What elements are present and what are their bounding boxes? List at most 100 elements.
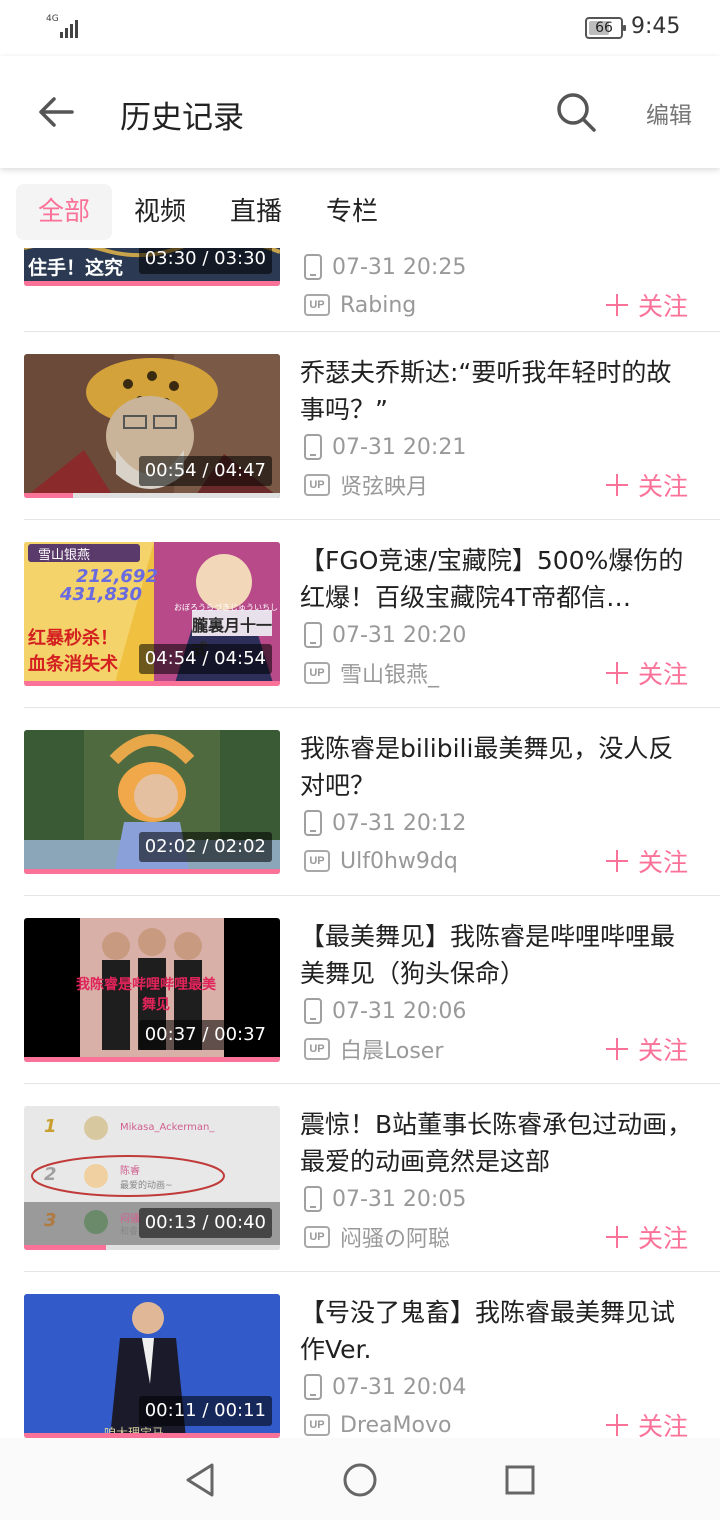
- phone-icon: [304, 1186, 322, 1212]
- edit-button[interactable]: 编辑: [646, 96, 692, 130]
- thumbnail-caption: 舞见: [142, 997, 170, 1013]
- page-title: 历史记录: [120, 100, 244, 136]
- follow-button[interactable]: 关注: [606, 288, 688, 322]
- duration-label: 00:11 / 00:11: [138, 1396, 272, 1426]
- thumbnail-caption: 血条消失术: [28, 654, 118, 675]
- thumbnail-caption: 和睿: [120, 1227, 139, 1237]
- follow-button[interactable]: 关注: [606, 844, 688, 878]
- tab-all[interactable]: 全部: [16, 184, 112, 240]
- tab-video[interactable]: 视频: [112, 184, 208, 240]
- plus-icon: [606, 1038, 628, 1060]
- thumbnail-caption: 红暴秒杀！: [28, 628, 118, 649]
- watch-time: 07-31 20:06: [332, 998, 467, 1024]
- history-item[interactable]: 住手！这究 03:30 / 03:30 07-31 20:25 UP Rabin…: [0, 248, 720, 330]
- search-button[interactable]: [554, 90, 598, 134]
- video-title[interactable]: 我陈睿是bilibili最美舞见，没人反对吧？: [300, 730, 696, 804]
- duration-label: 03:30 / 03:30: [138, 248, 272, 274]
- up-icon: UP: [304, 294, 330, 316]
- phone-icon: [304, 434, 322, 460]
- uploader-name[interactable]: DreaMovo: [340, 1413, 451, 1438]
- history-item[interactable]: 1 2 3 Mikasa_Ackerman_ 陈睿 最爱的动画~ 闷骚 和睿 0…: [0, 1106, 720, 1294]
- uploader-name[interactable]: Ulf0hw9dq: [340, 849, 458, 874]
- watch-time: 07-31 20:20: [332, 622, 467, 648]
- history-item[interactable]: 02:02 / 02:02 我陈睿是bilibili最美舞见，没人反对吧？ 07…: [0, 730, 720, 918]
- follow-label: 关注: [638, 472, 689, 501]
- follow-button[interactable]: 关注: [606, 656, 688, 690]
- follow-button[interactable]: 关注: [606, 468, 688, 502]
- nav-back-button[interactable]: [180, 1460, 220, 1500]
- plus-icon: [606, 474, 628, 496]
- rank-number: 2: [44, 1164, 57, 1185]
- thumbnail-caption: 最爱的动画~: [120, 1181, 173, 1191]
- phone-icon: [304, 1374, 322, 1400]
- thumbnail-caption: 雪山银燕: [38, 548, 91, 563]
- divider: [24, 519, 720, 520]
- triangle-back-icon: [186, 1463, 214, 1497]
- watch-time: 07-31 20:04: [332, 1374, 467, 1400]
- plus-icon: [606, 850, 628, 872]
- video-title[interactable]: 【号没了鬼畜】我陈睿最美舞见试作Ver.: [300, 1294, 696, 1368]
- up-icon: UP: [304, 662, 330, 684]
- thumbnail-caption: 431,830: [60, 584, 142, 605]
- app-header: 历史记录 编辑: [0, 56, 720, 168]
- thumbnail-caption: 陈睿: [120, 1166, 140, 1177]
- back-button[interactable]: [34, 90, 78, 134]
- video-thumbnail[interactable]: 我陈睿是哔哩哔哩最美 舞见 00:37 / 00:37: [24, 918, 280, 1062]
- video-thumbnail[interactable]: 02:02 / 02:02: [24, 730, 280, 874]
- watch-progress: [24, 493, 280, 498]
- divider: [24, 1271, 720, 1272]
- video-thumbnail[interactable]: 00:54 / 04:47: [24, 354, 280, 498]
- nav-recents-button[interactable]: [500, 1460, 540, 1500]
- duration-label: 00:13 / 00:40: [138, 1208, 272, 1238]
- uploader-name[interactable]: 白晨Loser: [340, 1033, 443, 1065]
- nav-home-button[interactable]: [340, 1460, 380, 1500]
- uploader-name[interactable]: Rabing: [340, 293, 416, 318]
- tab-article[interactable]: 专栏: [304, 184, 400, 240]
- video-title[interactable]: 震惊！B站董事长陈睿承包过动画，最爱的动画竟然是这部: [300, 1106, 696, 1180]
- follow-button[interactable]: 关注: [606, 1408, 688, 1438]
- back-arrow-icon: [39, 97, 74, 127]
- follow-label: 关注: [638, 1412, 689, 1438]
- thumbnail-caption: Mikasa_Ackerman_: [120, 1122, 215, 1133]
- battery-text: 66: [595, 20, 613, 36]
- video-thumbnail[interactable]: 雪山银燕 212,692 431,830 红暴秒杀！ 血条消失术 おぼろうらづき…: [24, 542, 280, 686]
- uploader-name[interactable]: 雪山银燕_: [340, 657, 439, 689]
- video-thumbnail[interactable]: 咱大理宝马 00:11 / 00:11: [24, 1294, 280, 1438]
- video-title[interactable]: 乔瑟夫乔斯达:“要听我年轻时的故事吗？”: [300, 354, 696, 428]
- divider: [24, 895, 720, 896]
- follow-label: 关注: [638, 1036, 689, 1065]
- duration-label: 00:37 / 00:37: [138, 1020, 272, 1050]
- watch-progress: [24, 281, 280, 286]
- phone-icon: [304, 998, 322, 1024]
- divider: [24, 331, 720, 332]
- history-list[interactable]: 住手！这究 03:30 / 03:30 07-31 20:25 UP Rabin…: [0, 248, 720, 1438]
- history-item[interactable]: 00:54 / 04:47 乔瑟夫乔斯达:“要听我年轻时的故事吗？” 07-31…: [0, 354, 720, 542]
- video-thumbnail[interactable]: 住手！这究 03:30 / 03:30: [24, 248, 280, 286]
- follow-button[interactable]: 关注: [606, 1032, 688, 1066]
- video-title[interactable]: 【最美舞见】我陈睿是哔哩哔哩最美舞见（狗头保命）: [300, 918, 696, 992]
- follow-label: 关注: [638, 1224, 689, 1253]
- watch-progress: [24, 869, 280, 874]
- thumbnail-caption: 住手！这究: [28, 257, 124, 279]
- tab-live[interactable]: 直播: [208, 184, 304, 240]
- system-nav-bar: [0, 1438, 720, 1520]
- plus-icon: [606, 662, 628, 684]
- watch-time: 07-31 20:25: [332, 254, 467, 280]
- video-title[interactable]: 【FGO竞速/宝藏院】500%爆伤的红爆！百级宝藏院4T帝都信…: [300, 542, 696, 616]
- history-item[interactable]: 咱大理宝马 00:11 / 00:11 【号没了鬼畜】我陈睿最美舞见试作Ver.…: [0, 1294, 720, 1438]
- clock: 9:45: [631, 14, 681, 39]
- watch-progress: [24, 681, 280, 686]
- follow-label: 关注: [638, 292, 689, 321]
- network-label: 4G: [46, 14, 59, 24]
- up-icon: UP: [304, 1226, 330, 1248]
- battery-icon: 66: [585, 17, 626, 39]
- history-item[interactable]: 我陈睿是哔哩哔哩最美 舞见 00:37 / 00:37 【最美舞见】我陈睿是哔哩…: [0, 918, 720, 1106]
- signal-icon: 4G: [46, 14, 86, 40]
- video-thumbnail[interactable]: 1 2 3 Mikasa_Ackerman_ 陈睿 最爱的动画~ 闷骚 和睿 0…: [24, 1106, 280, 1250]
- thumbnail-caption: 闷骚: [120, 1214, 140, 1225]
- history-item[interactable]: 雪山银燕 212,692 431,830 红暴秒杀！ 血条消失术 おぼろうらづき…: [0, 542, 720, 730]
- uploader-name[interactable]: 贤弦映月: [340, 469, 428, 501]
- follow-button[interactable]: 关注: [606, 1220, 688, 1254]
- uploader-name[interactable]: 闷骚の阿聪: [340, 1221, 450, 1253]
- duration-label: 02:02 / 02:02: [138, 832, 272, 862]
